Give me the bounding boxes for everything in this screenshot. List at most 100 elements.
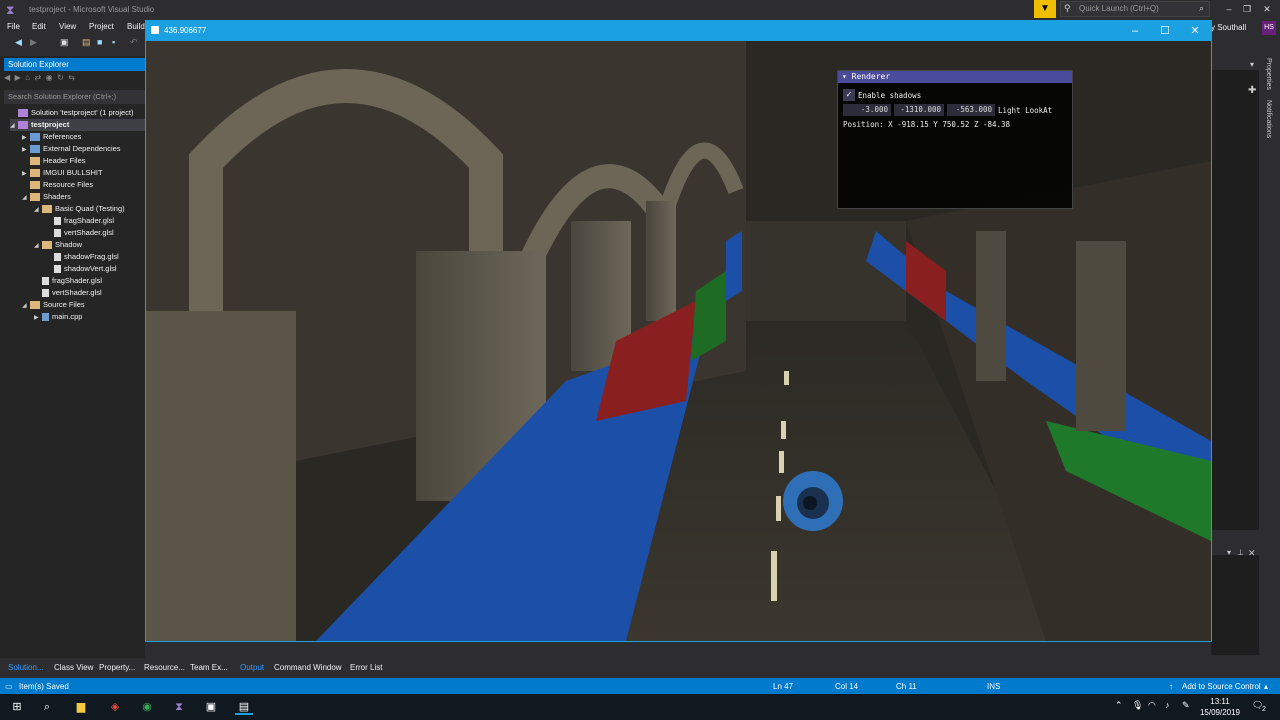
- expand-arrow-icon[interactable]: ◢: [10, 120, 18, 132]
- forward-icon[interactable]: ▶: [30, 37, 37, 48]
- tree-item[interactable]: shadowFrag.glsl: [10, 251, 145, 263]
- tree-item[interactable]: ◢ testproject: [10, 119, 145, 131]
- tree-item[interactable]: ▶ IMGUI BULLSHIT: [10, 167, 145, 179]
- expand-arrow-icon[interactable]: ▶: [34, 312, 42, 324]
- properties-icon[interactable]: ⇆: [68, 73, 75, 82]
- sync-icon[interactable]: ⇄: [35, 73, 42, 82]
- feedback-filter-icon[interactable]: ▼: [1034, 0, 1056, 18]
- expand-arrow-icon[interactable]: ◢: [22, 192, 30, 204]
- tree-item[interactable]: fragShader.glsl: [10, 215, 145, 227]
- renderer-panel-title[interactable]: ▾ Renderer: [838, 71, 1072, 83]
- tab-error-list[interactable]: Error List: [350, 663, 382, 672]
- game-minimize-button[interactable]: –: [1125, 23, 1145, 39]
- game-maximize-button[interactable]: ☐: [1155, 23, 1175, 39]
- windows-start-icon[interactable]: ⊞: [8, 699, 26, 715]
- menu-build[interactable]: Build: [127, 22, 145, 31]
- tree-item[interactable]: Header Files: [10, 155, 145, 167]
- tab-output[interactable]: Output: [240, 663, 264, 672]
- tab-team-explorer[interactable]: Team Ex...: [190, 663, 228, 672]
- back-icon[interactable]: ◀: [15, 37, 22, 48]
- expand-arrow-icon[interactable]: ◢: [22, 300, 30, 312]
- minimize-button[interactable]: –: [1220, 2, 1238, 16]
- tree-item[interactable]: ◢ Source Files: [10, 299, 145, 311]
- menu-edit[interactable]: Edit: [32, 22, 46, 31]
- new-project-icon[interactable]: ▣: [60, 37, 69, 48]
- undo-icon[interactable]: ↶: [130, 37, 138, 48]
- tree-item[interactable]: vertShader.glsl: [10, 287, 145, 299]
- tree-item[interactable]: ▶ main.cpp: [10, 311, 145, 323]
- tree-item[interactable]: ◢ Shadow: [10, 239, 145, 251]
- wifi-icon[interactable]: ◠: [1148, 700, 1156, 711]
- taskbar-time[interactable]: 13:11: [1200, 697, 1240, 706]
- dropdown-icon[interactable]: ▾: [1250, 60, 1254, 69]
- close-icon[interactable]: ✕: [1248, 548, 1256, 559]
- solution-explorer-header[interactable]: Solution Explorer: [4, 58, 145, 71]
- tree-item[interactable]: ▶ References: [10, 131, 145, 143]
- save-icon[interactable]: ■: [97, 37, 102, 47]
- pen-icon[interactable]: ✎: [1182, 700, 1190, 711]
- file-icon: [54, 265, 61, 274]
- pending-changes-icon[interactable]: ◉: [46, 73, 53, 82]
- status-bar: [0, 678, 1280, 694]
- menu-project[interactable]: Project: [89, 22, 114, 31]
- taskbar-date[interactable]: 15/09/2019: [1197, 708, 1243, 717]
- game-close-button[interactable]: ✕: [1185, 23, 1205, 39]
- tree-item[interactable]: ◢ Shaders: [10, 191, 145, 203]
- tree-item[interactable]: Solution 'testproject' (1 project): [10, 107, 145, 119]
- chrome-icon[interactable]: ◉: [138, 699, 156, 715]
- tree-item[interactable]: vertShader.glsl: [10, 227, 145, 239]
- tab-command-window[interactable]: Command Window: [274, 663, 342, 672]
- save-all-icon[interactable]: ▪: [112, 37, 115, 47]
- avatar[interactable]: HS: [1262, 21, 1276, 35]
- home-icon[interactable]: ⌂: [25, 73, 30, 82]
- solution-tree: Solution 'testproject' (1 project) ◢ testp…: [10, 107, 145, 323]
- add-icon[interactable]: ✚: [1248, 85, 1256, 96]
- tree-item[interactable]: fragShader.glsl: [10, 275, 145, 287]
- tab-solution-explorer[interactable]: Solution...: [8, 663, 44, 672]
- visual-studio-icon[interactable]: ⧗: [170, 699, 188, 715]
- file-explorer-icon[interactable]: ▆: [72, 699, 90, 715]
- user-name[interactable]: y Southall: [1211, 23, 1246, 32]
- expand-arrow-icon[interactable]: ◢: [34, 204, 42, 216]
- dropdown-icon[interactable]: ▾: [1227, 548, 1231, 557]
- tab-properties[interactable]: Properties: [1265, 58, 1272, 90]
- volume-icon[interactable]: ♪: [1165, 700, 1170, 710]
- search-icon[interactable]: ⌕: [1199, 3, 1204, 14]
- search-icon[interactable]: ⌕: [38, 699, 56, 715]
- back-icon[interactable]: ◀: [4, 73, 10, 82]
- tab-property-manager[interactable]: Property...: [99, 663, 135, 672]
- refresh-icon[interactable]: ↻: [57, 73, 64, 82]
- tree-item[interactable]: shadowVert.glsl: [10, 263, 145, 275]
- pin-icon[interactable]: ⊥: [1237, 548, 1244, 557]
- tab-resource-view[interactable]: Resource...: [144, 663, 185, 672]
- add-to-source-control-button[interactable]: Add to Source Control: [1182, 682, 1261, 691]
- window-app-icon[interactable]: ▣: [202, 699, 220, 715]
- editor-area: [1211, 70, 1259, 530]
- tree-item[interactable]: ▶ External Dependencies: [10, 143, 145, 155]
- restore-button[interactable]: ❐: [1238, 2, 1256, 16]
- enable-shadows-label: Enable shadows: [858, 91, 922, 100]
- enable-shadows-checkbox[interactable]: ✓: [843, 89, 855, 101]
- light-lookat-x-field[interactable]: -3.000: [843, 104, 891, 116]
- forward-icon[interactable]: ▶: [15, 73, 21, 82]
- tab-class-view[interactable]: Class View: [54, 663, 93, 672]
- chevron-up-icon[interactable]: ⌃: [1115, 700, 1123, 711]
- tree-item[interactable]: ◢ Basic Quad (Testing): [10, 203, 145, 215]
- app-icon[interactable]: ◈: [106, 699, 124, 715]
- quick-launch-input[interactable]: Quick Launch (Ctrl+Q): [1060, 1, 1210, 17]
- light-lookat-y-field[interactable]: -1310.000: [894, 104, 944, 116]
- expand-arrow-icon[interactable]: ◢: [34, 240, 42, 252]
- close-button[interactable]: ✕: [1258, 2, 1276, 16]
- game-window-titlebar[interactable]: [146, 21, 1211, 41]
- menu-file[interactable]: File: [7, 22, 20, 31]
- file-icon: [54, 217, 61, 226]
- light-lookat-z-field[interactable]: -563.000: [947, 104, 995, 116]
- tab-notifications[interactable]: Notifications: [1265, 100, 1272, 138]
- menu-view[interactable]: View: [59, 22, 76, 31]
- open-folder-icon[interactable]: ▤: [82, 37, 91, 48]
- solution-explorer-search[interactable]: Search Solution Explorer (Ctrl+;): [4, 90, 145, 104]
- microphone-icon[interactable]: 🎙: [1132, 700, 1143, 711]
- chevron-up-icon[interactable]: ▴: [1264, 682, 1268, 691]
- game-app-icon[interactable]: ▤: [235, 699, 253, 715]
- tree-item[interactable]: Resource Files: [10, 179, 145, 191]
